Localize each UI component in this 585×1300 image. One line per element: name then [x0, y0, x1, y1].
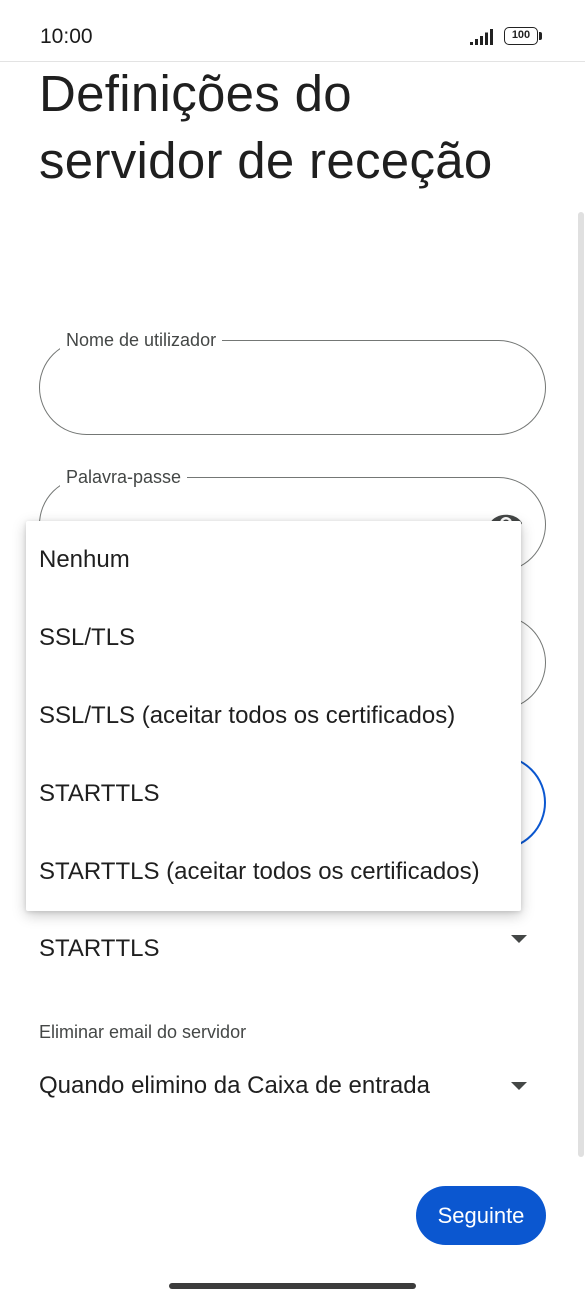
security-type-value: STARTTLS — [39, 935, 160, 962]
battery-level: 100 — [504, 27, 538, 45]
security-type-dropdown[interactable]: STARTTLS — [39, 925, 546, 973]
menu-item-none[interactable]: Nenhum — [26, 521, 521, 599]
signal-icon — [470, 29, 493, 45]
delete-email-label: Eliminar email do servidor — [39, 1022, 247, 1042]
username-field[interactable]: Nome de utilizador — [39, 329, 546, 435]
password-label: Palavra-passe — [60, 466, 188, 488]
dropdown-arrow-icon — [511, 1082, 527, 1090]
scrollbar[interactable] — [578, 212, 584, 1157]
username-label: Nome de utilizador — [60, 329, 223, 351]
page-title: Definições do servidor de receção — [39, 65, 493, 189]
dropdown-arrow-icon — [511, 935, 527, 943]
next-button[interactable]: Seguinte — [416, 1186, 546, 1245]
menu-item-starttls-accept-all[interactable]: STARTTLS (aceitar todos os certificados) — [26, 833, 521, 911]
battery-icon: 100 — [504, 27, 544, 47]
gesture-nav-handle[interactable] — [169, 1283, 416, 1289]
delete-email-value: Quando elimino da Caixa de entrada — [39, 1072, 430, 1099]
menu-item-ssl-tls[interactable]: SSL/TLS — [26, 599, 521, 677]
status-bar: 10:00 100 — [0, 0, 585, 62]
screen: 10:00 100 Definições do servidor de rece… — [0, 0, 585, 1300]
security-options-menu: Nenhum SSL/TLS SSL/TLS (aceitar todos os… — [26, 521, 521, 911]
menu-item-ssl-tls-accept-all[interactable]: SSL/TLS (aceitar todos os certificados) — [26, 677, 521, 755]
menu-item-starttls[interactable]: STARTTLS — [26, 755, 521, 833]
status-time: 10:00 — [40, 25, 93, 48]
delete-email-dropdown[interactable]: Quando elimino da Caixa de entrada — [39, 1065, 546, 1113]
